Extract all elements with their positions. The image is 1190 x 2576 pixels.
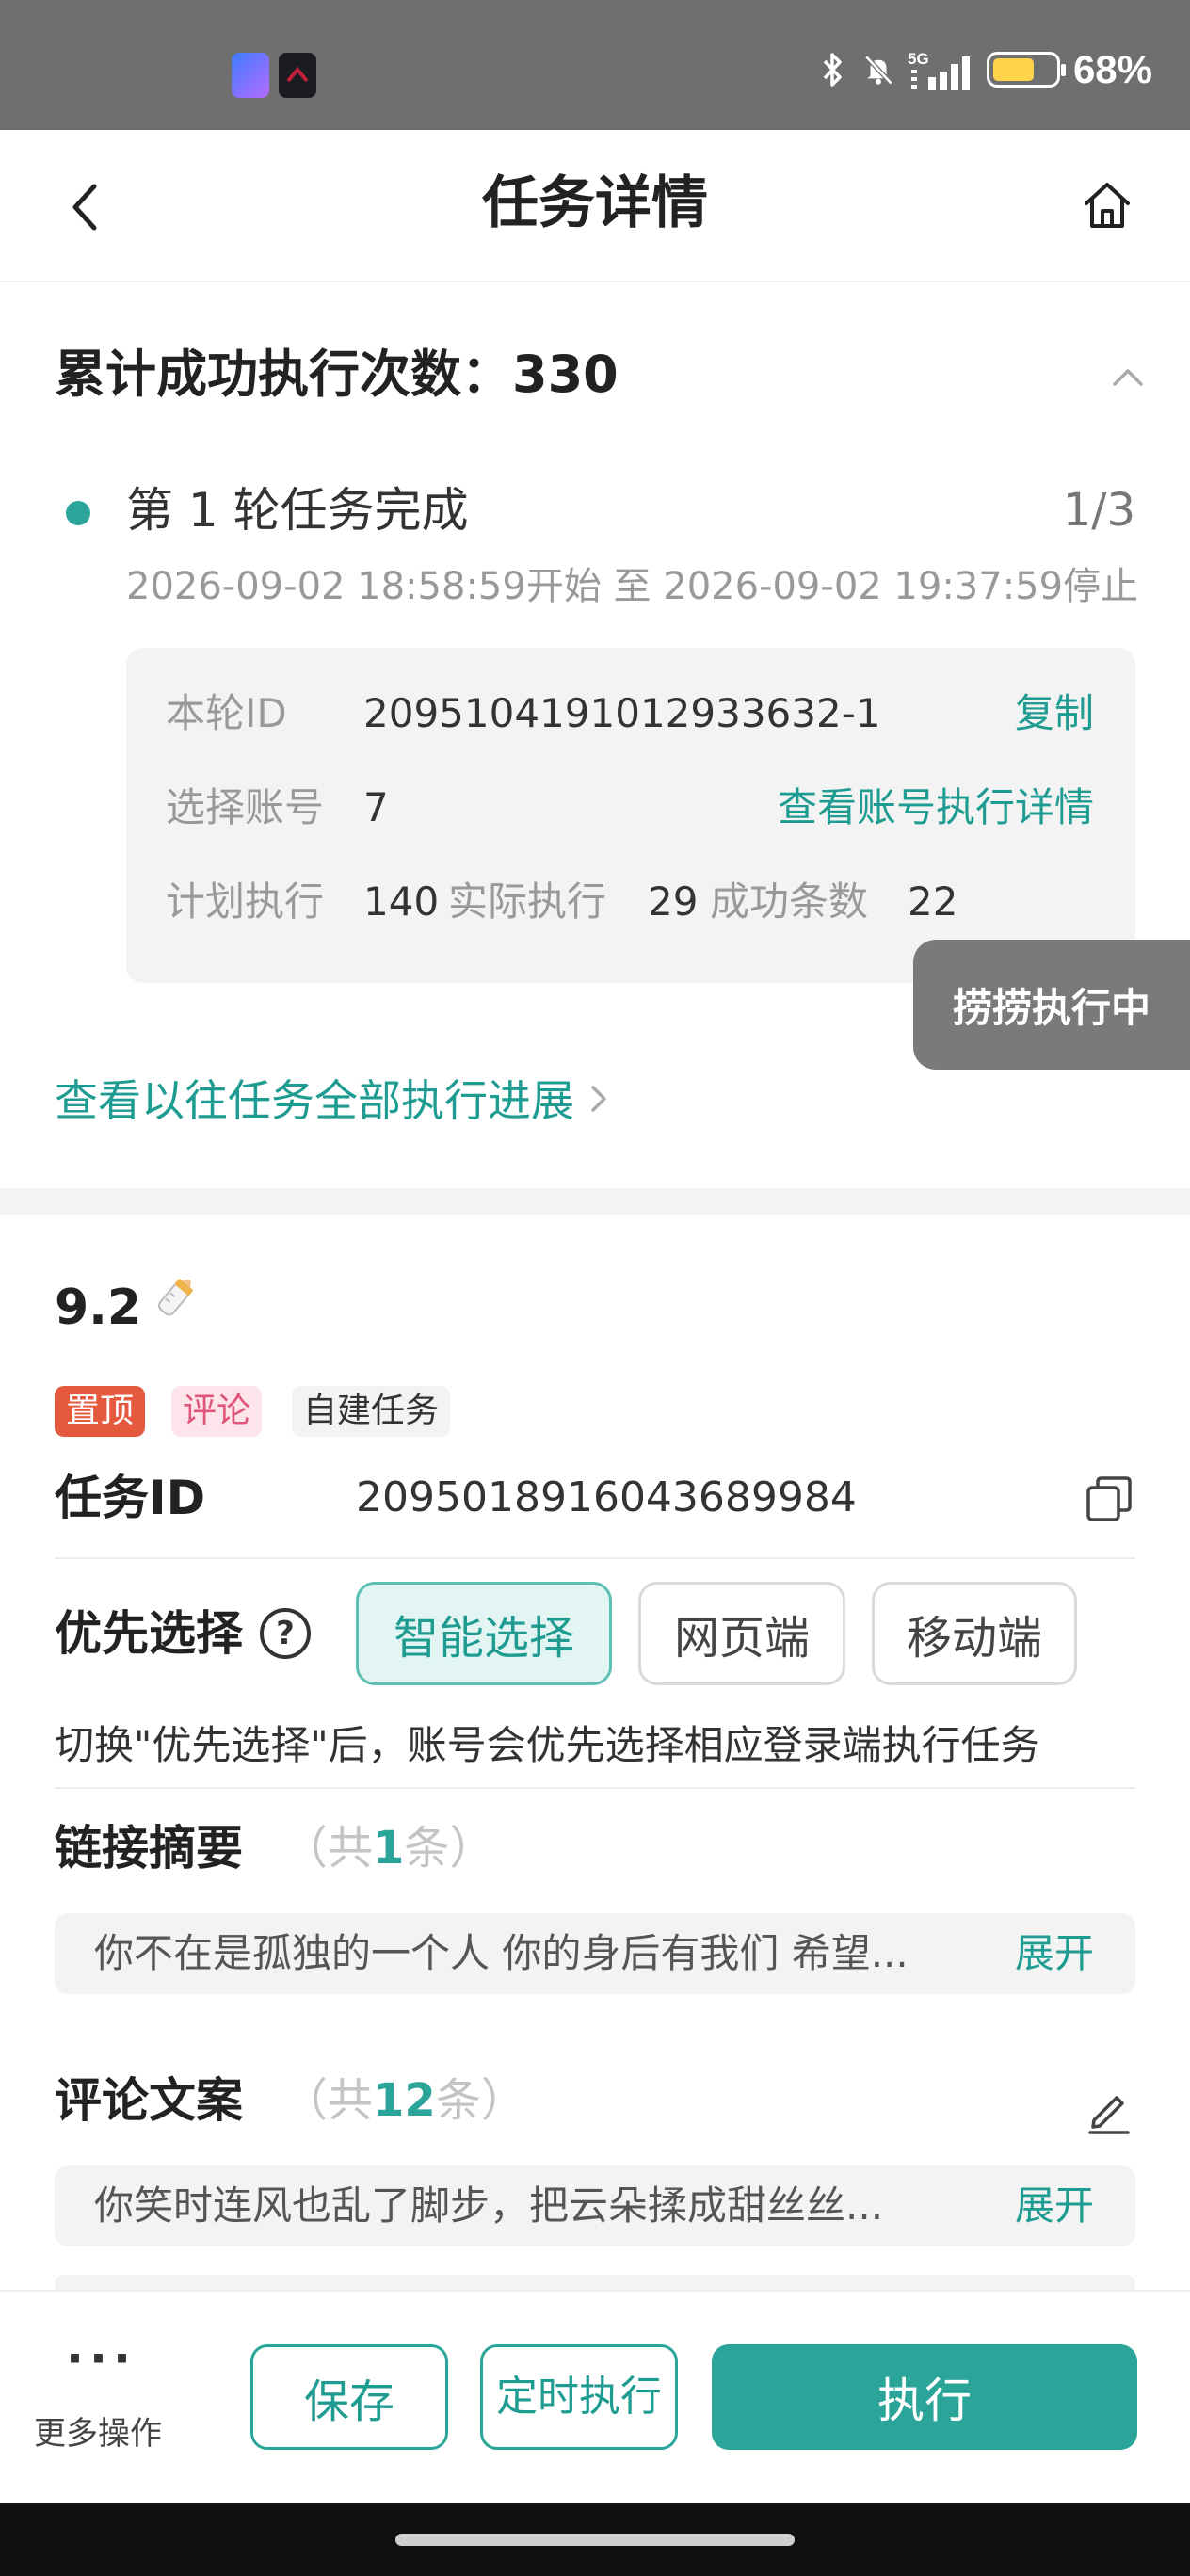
link-summary-box: 你不在是孤独的一个人 你的身后有我们 希望... 展开 bbox=[55, 1913, 1135, 1994]
self-built-tag: 自建任务 bbox=[292, 1386, 451, 1437]
plan-label: 计划执行 bbox=[166, 878, 325, 925]
mute-icon bbox=[862, 51, 894, 89]
count-prefix: （共 bbox=[282, 2074, 374, 2127]
save-button[interactable]: 保存 bbox=[250, 2344, 448, 2450]
comment-copy-box: 你笑时连风也乱了脚步，把云朵揉成甜丝丝... 展开 bbox=[55, 2165, 1135, 2246]
priority-option-web[interactable]: 网页端 bbox=[638, 1582, 845, 1685]
status-indicators: 5G 68% bbox=[817, 41, 1152, 98]
link-summary-expand-button[interactable]: 展开 bbox=[1015, 1913, 1094, 1994]
task-id-value: 2095018916043689984 bbox=[356, 1473, 857, 1521]
round-id-value: 2095104191012933632-1 bbox=[363, 690, 881, 736]
count-prefix: （共 bbox=[282, 1822, 374, 1875]
priority-hint: 切换"优先选择"后，账号会优先选择相应登录端执行任务 bbox=[55, 1722, 1040, 1768]
priority-option-mobile[interactable]: 移动端 bbox=[872, 1582, 1077, 1685]
count-number: 1 bbox=[373, 1822, 405, 1875]
account-detail-link[interactable]: 查看账号执行详情 bbox=[778, 780, 1094, 836]
battery-icon bbox=[986, 52, 1066, 88]
plan-value: 140 bbox=[363, 878, 440, 925]
pinned-tag: 置顶 bbox=[55, 1386, 146, 1437]
actual-value: 29 bbox=[648, 878, 699, 925]
bluetooth-icon bbox=[817, 51, 849, 89]
run-button[interactable]: 执行 bbox=[712, 2344, 1137, 2450]
round-id-label: 本轮ID bbox=[166, 690, 287, 736]
comment-copy-expand-button[interactable]: 展开 bbox=[1015, 2165, 1094, 2246]
count-number: 12 bbox=[373, 2074, 436, 2127]
copy-icon[interactable] bbox=[1085, 1474, 1134, 1523]
comment-copy-text: 你笑时连风也乱了脚步，把云朵揉成甜丝丝... bbox=[94, 2182, 884, 2229]
count-suffix: 条） bbox=[404, 1822, 495, 1875]
round-detail-card: 本轮ID 2095104191012933632-1 复制 选择账号 7 查看账… bbox=[126, 648, 1135, 983]
history-link-label: 查看以往任务全部执行进展 bbox=[55, 1075, 574, 1126]
cumulative-success-count: 累计成功执行次数：330 bbox=[55, 345, 619, 404]
more-actions-label[interactable]: 更多操作 bbox=[34, 2410, 162, 2457]
priority-label: 优先选择 bbox=[55, 1606, 243, 1661]
app-notification-icon bbox=[279, 53, 316, 98]
more-icon[interactable]: ··· bbox=[66, 2335, 137, 2382]
chevron-right-icon bbox=[587, 1070, 610, 1132]
success-label: 成功条数 bbox=[710, 878, 869, 925]
comment-copy-title: 评论文案 bbox=[55, 2073, 243, 2128]
task-name: 9.2 bbox=[55, 1267, 205, 1347]
link-summary-count: （共1条） bbox=[282, 1813, 494, 1883]
section-divider bbox=[0, 1188, 1190, 1215]
account-value: 7 bbox=[363, 784, 389, 830]
round-count: 1/3 bbox=[1062, 484, 1135, 537]
schedule-button[interactable]: 定时执行 bbox=[480, 2344, 678, 2450]
divider-line bbox=[55, 1787, 1135, 1789]
count-suffix: 条） bbox=[435, 2074, 526, 2127]
divider-line bbox=[55, 1557, 1135, 1559]
help-icon[interactable]: ? bbox=[260, 1608, 311, 1659]
signal-icon: 5G bbox=[908, 50, 973, 90]
success-value: 22 bbox=[908, 878, 958, 925]
battery-percent: 68% bbox=[1072, 47, 1152, 91]
actual-label: 实际执行 bbox=[448, 878, 607, 925]
copy-round-id-button[interactable]: 复制 bbox=[1015, 685, 1094, 742]
priority-option-smart[interactable]: 智能选择 bbox=[356, 1582, 612, 1685]
edit-icon[interactable] bbox=[1085, 2086, 1134, 2135]
app-notification-icon bbox=[232, 53, 269, 98]
comment-copy-count: （共12条） bbox=[282, 2066, 526, 2135]
link-summary-title: 链接摘要 bbox=[55, 1821, 243, 1876]
round-time-range: 2026-09-02 18:58:59开始 至 2026-09-02 19:37… bbox=[126, 565, 1139, 608]
link-summary-text: 你不在是孤独的一个人 你的身后有我们 希望... bbox=[94, 1930, 909, 1976]
home-icon[interactable] bbox=[1079, 177, 1135, 233]
status-bar: 5G 68% bbox=[0, 0, 1190, 130]
round-status-dot bbox=[66, 501, 90, 525]
running-toast[interactable]: 捞捞执行中 bbox=[913, 940, 1190, 1070]
comment-tag: 评论 bbox=[171, 1386, 263, 1437]
task-id-label: 任务ID bbox=[55, 1471, 206, 1525]
baby-bottle-icon bbox=[147, 1267, 205, 1347]
page-title: 任务详情 bbox=[482, 170, 708, 236]
chevron-up-icon[interactable] bbox=[1109, 358, 1147, 395]
round-title: 第 1 轮任务完成 bbox=[126, 483, 469, 538]
history-progress-link[interactable]: 查看以往任务全部执行进展 bbox=[55, 1070, 610, 1132]
network-type-label: 5G bbox=[908, 50, 929, 68]
account-label: 选择账号 bbox=[166, 784, 325, 830]
home-gesture-handle[interactable] bbox=[395, 2534, 795, 2546]
task-name-text: 9.2 bbox=[55, 1279, 142, 1336]
